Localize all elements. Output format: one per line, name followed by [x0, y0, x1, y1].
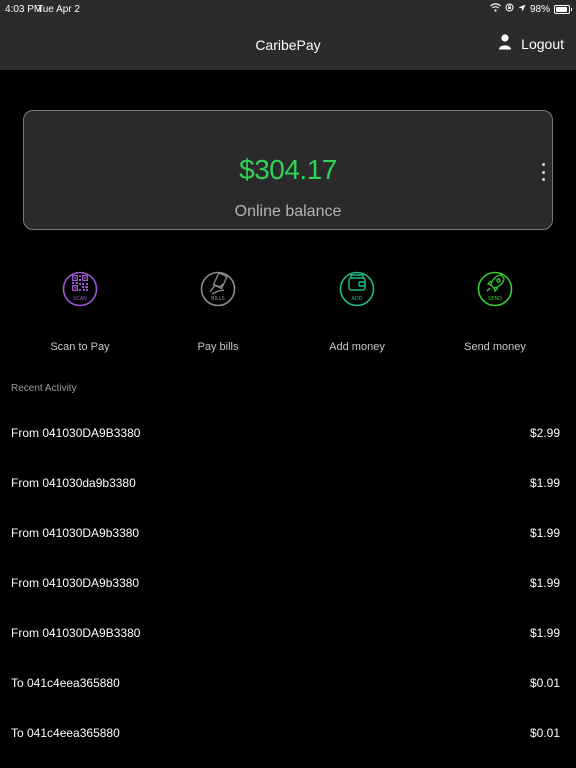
- more-options-icon[interactable]: [540, 163, 546, 181]
- qr-code-icon: SCAN: [62, 271, 98, 307]
- activity-row[interactable]: From 041030DA9b3380 $1.99: [0, 558, 576, 608]
- add-badge: ADD: [351, 296, 362, 302]
- location-icon: [518, 4, 526, 15]
- bills-badge: BILLS: [211, 296, 225, 302]
- bill-hand-icon: BILLS: [200, 271, 236, 307]
- rocket-icon: SEND: [477, 271, 513, 307]
- recent-activity-title: Recent Activity: [11, 383, 77, 394]
- send-money-button[interactable]: SEND Send money: [435, 258, 555, 353]
- activity-description: To 041c4eea365880: [11, 676, 120, 690]
- add-money-button[interactable]: ADD Add money: [297, 258, 417, 353]
- activity-row[interactable]: To 041c4eea365880 $0.01: [0, 658, 576, 708]
- user-icon: [499, 34, 512, 53]
- send-money-label: Send money: [464, 341, 526, 353]
- activity-amount: $1.99: [529, 626, 560, 640]
- balance-card: $304.17 Online balance: [23, 110, 553, 230]
- battery-percent: 98%: [529, 3, 550, 15]
- activity-amount: $1.99: [529, 476, 560, 490]
- battery-icon: [554, 4, 572, 14]
- wallet-icon: ADD: [339, 271, 375, 307]
- activity-description: From 041030DA9b3380: [11, 576, 140, 590]
- nav-bar: CaribePay Logout: [0, 20, 576, 70]
- activity-amount: $2.99: [529, 426, 560, 440]
- scan-to-pay-button[interactable]: SCAN Scan to Pay: [20, 258, 140, 353]
- quick-actions: SCAN Scan to Pay BILLS Pay bills ADD Add…: [0, 258, 576, 358]
- activity-description: From 041030DA9B3380: [11, 426, 141, 440]
- send-badge: SEND: [488, 296, 502, 302]
- activity-row[interactable]: From 041030DA9B3380 $2.99: [0, 408, 576, 458]
- activity-description: From 041030DA9B3380: [11, 626, 141, 640]
- balance-label: Online balance: [234, 203, 342, 220]
- activity-amount: $1.99: [529, 526, 560, 540]
- activity-amount: $0.01: [529, 726, 560, 740]
- pay-bills-label: Pay bills: [197, 341, 239, 353]
- activity-amount: $0.01: [529, 676, 560, 690]
- scan-to-pay-label: Scan to Pay: [50, 341, 110, 353]
- app-title: CaribePay: [255, 37, 321, 53]
- activity-amount: $1.99: [529, 576, 560, 590]
- activity-description: From 041030da9b3380: [11, 476, 136, 490]
- logout-button[interactable]: Logout: [499, 34, 564, 53]
- add-money-label: Add money: [329, 341, 385, 353]
- scan-badge: SCAN: [73, 296, 87, 302]
- activity-description: To 041c4eea365880: [11, 726, 120, 740]
- wifi-icon: [490, 3, 501, 15]
- logout-label: Logout: [521, 35, 564, 52]
- balance-amount: $304.17: [239, 154, 337, 185]
- activity-row[interactable]: From 041030DA9b3380 $1.99: [0, 508, 576, 558]
- activity-row[interactable]: From 041030DA9B3380 $1.99: [0, 608, 576, 658]
- status-date: Tue Apr 2: [37, 4, 80, 15]
- activity-list: From 041030DA9B3380 $2.99 From 041030da9…: [0, 408, 576, 758]
- status-bar: 4:03 PM Tue Apr 2 98%: [0, 0, 576, 20]
- activity-row[interactable]: From 041030da9b3380 $1.99: [0, 458, 576, 508]
- activity-description: From 041030DA9b3380: [11, 526, 140, 540]
- status-indicators: 98%: [490, 3, 572, 15]
- pay-bills-button[interactable]: BILLS Pay bills: [158, 258, 278, 353]
- activity-row[interactable]: To 041c4eea365880 $0.01: [0, 708, 576, 758]
- orientation-lock-icon: [505, 3, 514, 15]
